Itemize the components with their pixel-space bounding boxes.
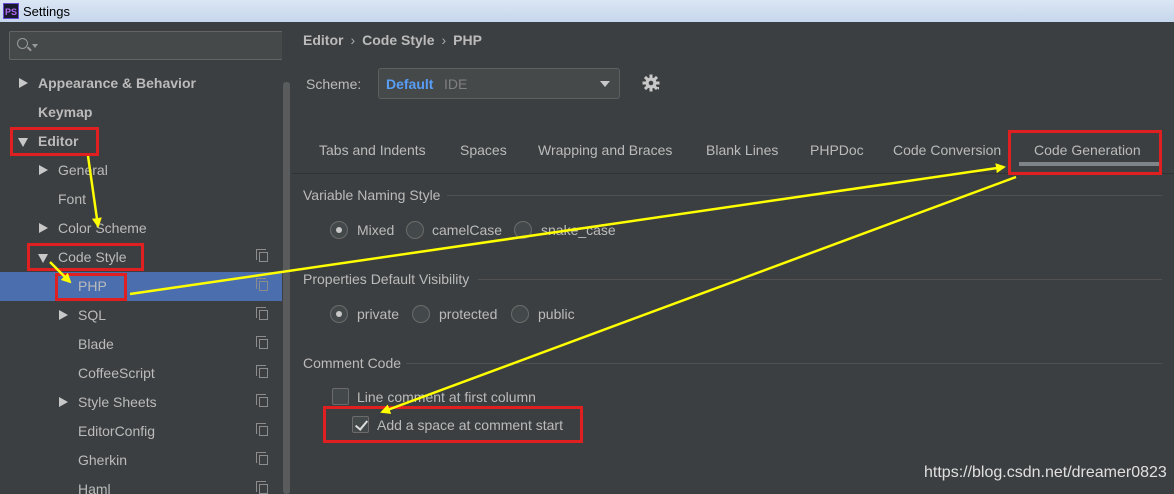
sidebar-scrollbar[interactable]	[282, 22, 291, 494]
scheme-dropdown[interactable]: Default IDE	[378, 68, 620, 99]
expand-arrow-icon[interactable]	[39, 223, 48, 233]
radio-label-public[interactable]: public	[538, 306, 575, 322]
search-box[interactable]	[9, 31, 283, 60]
sidebar-item-label: Keymap	[38, 104, 93, 120]
tab-phpdoc[interactable]: PHPDoc	[810, 142, 864, 158]
tab-wrapping-and-braces[interactable]: Wrapping and Braces	[538, 142, 672, 158]
breadcrumb-item: PHP	[453, 32, 482, 48]
tab-code-conversion[interactable]: Code Conversion	[893, 142, 1001, 158]
search-input[interactable]	[40, 36, 276, 56]
phpstorm-logo-icon: PS	[3, 3, 19, 19]
radio-camelcase[interactable]	[406, 221, 424, 239]
sidebar-item-sql[interactable]: SQL	[0, 301, 282, 330]
copy-icon	[256, 336, 268, 349]
expand-arrow-icon[interactable]	[19, 78, 28, 88]
radio-snake-case[interactable]	[514, 221, 532, 239]
breadcrumb-item: Code Style	[362, 32, 435, 48]
annotation-box-code-style	[27, 243, 144, 271]
radio-protected[interactable]	[412, 305, 430, 323]
scheme-label: Scheme:	[306, 76, 362, 92]
expand-arrow-icon[interactable]	[59, 397, 68, 407]
section-title-properties-visibility: Properties Default Visibility	[303, 271, 470, 287]
copy-icon	[256, 394, 268, 407]
sidebar-item-label: Blade	[78, 336, 114, 352]
sidebar-item-blade[interactable]: Blade	[0, 330, 282, 359]
sidebar-item-general[interactable]: General	[0, 156, 282, 185]
copy-icon	[256, 365, 268, 378]
radio-private[interactable]	[330, 305, 348, 323]
section-divider	[406, 363, 1162, 364]
sidebar-item-label: Style Sheets	[78, 394, 157, 410]
radio-label-private[interactable]: private	[357, 306, 399, 322]
window-titlebar: PS Settings	[0, 0, 1174, 22]
sidebar-item-label: Gherkin	[78, 452, 128, 468]
copy-icon	[256, 423, 268, 436]
sidebar-item-color-scheme[interactable]: Color Scheme	[0, 214, 282, 243]
section-title-variable-naming: Variable Naming Style	[303, 187, 441, 203]
sidebar-item-appearance-behavior[interactable]: Appearance & Behavior	[0, 69, 282, 98]
scheme-scope: IDE	[444, 76, 468, 92]
watermark: https://blog.csdn.net/dreamer0823	[924, 464, 1167, 481]
sidebar-item-php[interactable]: PHP	[0, 272, 282, 301]
section-title-comment-code: Comment Code	[303, 355, 402, 371]
radio-label-protected[interactable]: protected	[439, 306, 497, 322]
sidebar-item-font[interactable]: Font	[0, 185, 282, 214]
radio-label-camelcase[interactable]: camelCase	[432, 222, 502, 238]
window-title: Settings	[23, 4, 70, 19]
breadcrumb-separator: ›	[441, 32, 447, 48]
breadcrumb: Editor › Code Style › PHP	[303, 32, 482, 48]
sidebar-item-label: Font	[58, 191, 87, 207]
sidebar-item-haml[interactable]: Haml	[0, 475, 282, 494]
scheme-name: Default	[386, 76, 434, 92]
annotation-box-code-generation	[1008, 130, 1162, 175]
copy-icon	[256, 452, 268, 465]
checkbox-label-line-comment-first-column[interactable]: Line comment at first column	[357, 389, 536, 405]
search-history-caret-icon[interactable]	[32, 44, 38, 48]
sidebar-item-label: Haml	[78, 481, 111, 494]
sidebar-item-label: EditorConfig	[78, 423, 156, 439]
tab-spaces[interactable]: Spaces	[460, 142, 507, 158]
section-divider	[478, 279, 1162, 280]
sidebar-item-label: Appearance & Behavior	[38, 75, 196, 91]
copy-icon	[256, 249, 268, 262]
sidebar-item-label: General	[58, 162, 108, 178]
search-icon[interactable]	[17, 38, 28, 49]
copy-icon	[256, 278, 268, 291]
chevron-down-icon[interactable]	[600, 81, 610, 87]
breadcrumb-item: Editor	[303, 32, 344, 48]
annotation-box-php	[55, 273, 127, 301]
breadcrumb-separator: ›	[350, 32, 356, 48]
gear-icon[interactable]	[642, 74, 660, 92]
sidebar-item-keymap[interactable]: Keymap	[0, 98, 282, 127]
annotation-box-add-space	[323, 406, 583, 443]
tab-blank-lines[interactable]: Blank Lines	[706, 142, 778, 158]
tab-tabs-and-indents[interactable]: Tabs and Indents	[319, 142, 426, 158]
sidebar-scrollbar-thumb[interactable]	[283, 82, 290, 494]
sidebar-item-coffeescript[interactable]: CoffeeScript	[0, 359, 282, 388]
expand-arrow-icon[interactable]	[59, 310, 68, 320]
sidebar-item-style-sheets[interactable]: Style Sheets	[0, 388, 282, 417]
radio-label-mixed[interactable]: Mixed	[357, 222, 394, 238]
checkbox-line-comment-first-column[interactable]	[332, 388, 349, 405]
expand-arrow-icon[interactable]	[39, 165, 48, 175]
section-divider	[447, 195, 1162, 196]
radio-mixed[interactable]	[330, 221, 348, 239]
radio-public[interactable]	[511, 305, 529, 323]
sidebar-item-editorconfig[interactable]: EditorConfig	[0, 417, 282, 446]
copy-icon	[256, 481, 268, 494]
sidebar-item-label: SQL	[78, 307, 107, 323]
sidebar-item-label: Color Scheme	[58, 220, 147, 236]
copy-icon	[256, 307, 268, 320]
sidebar-item-gherkin[interactable]: Gherkin	[0, 446, 282, 475]
sidebar-item-label: CoffeeScript	[78, 365, 155, 381]
radio-label-snake-case[interactable]: snake_case	[541, 222, 616, 238]
annotation-box-editor	[10, 127, 99, 156]
